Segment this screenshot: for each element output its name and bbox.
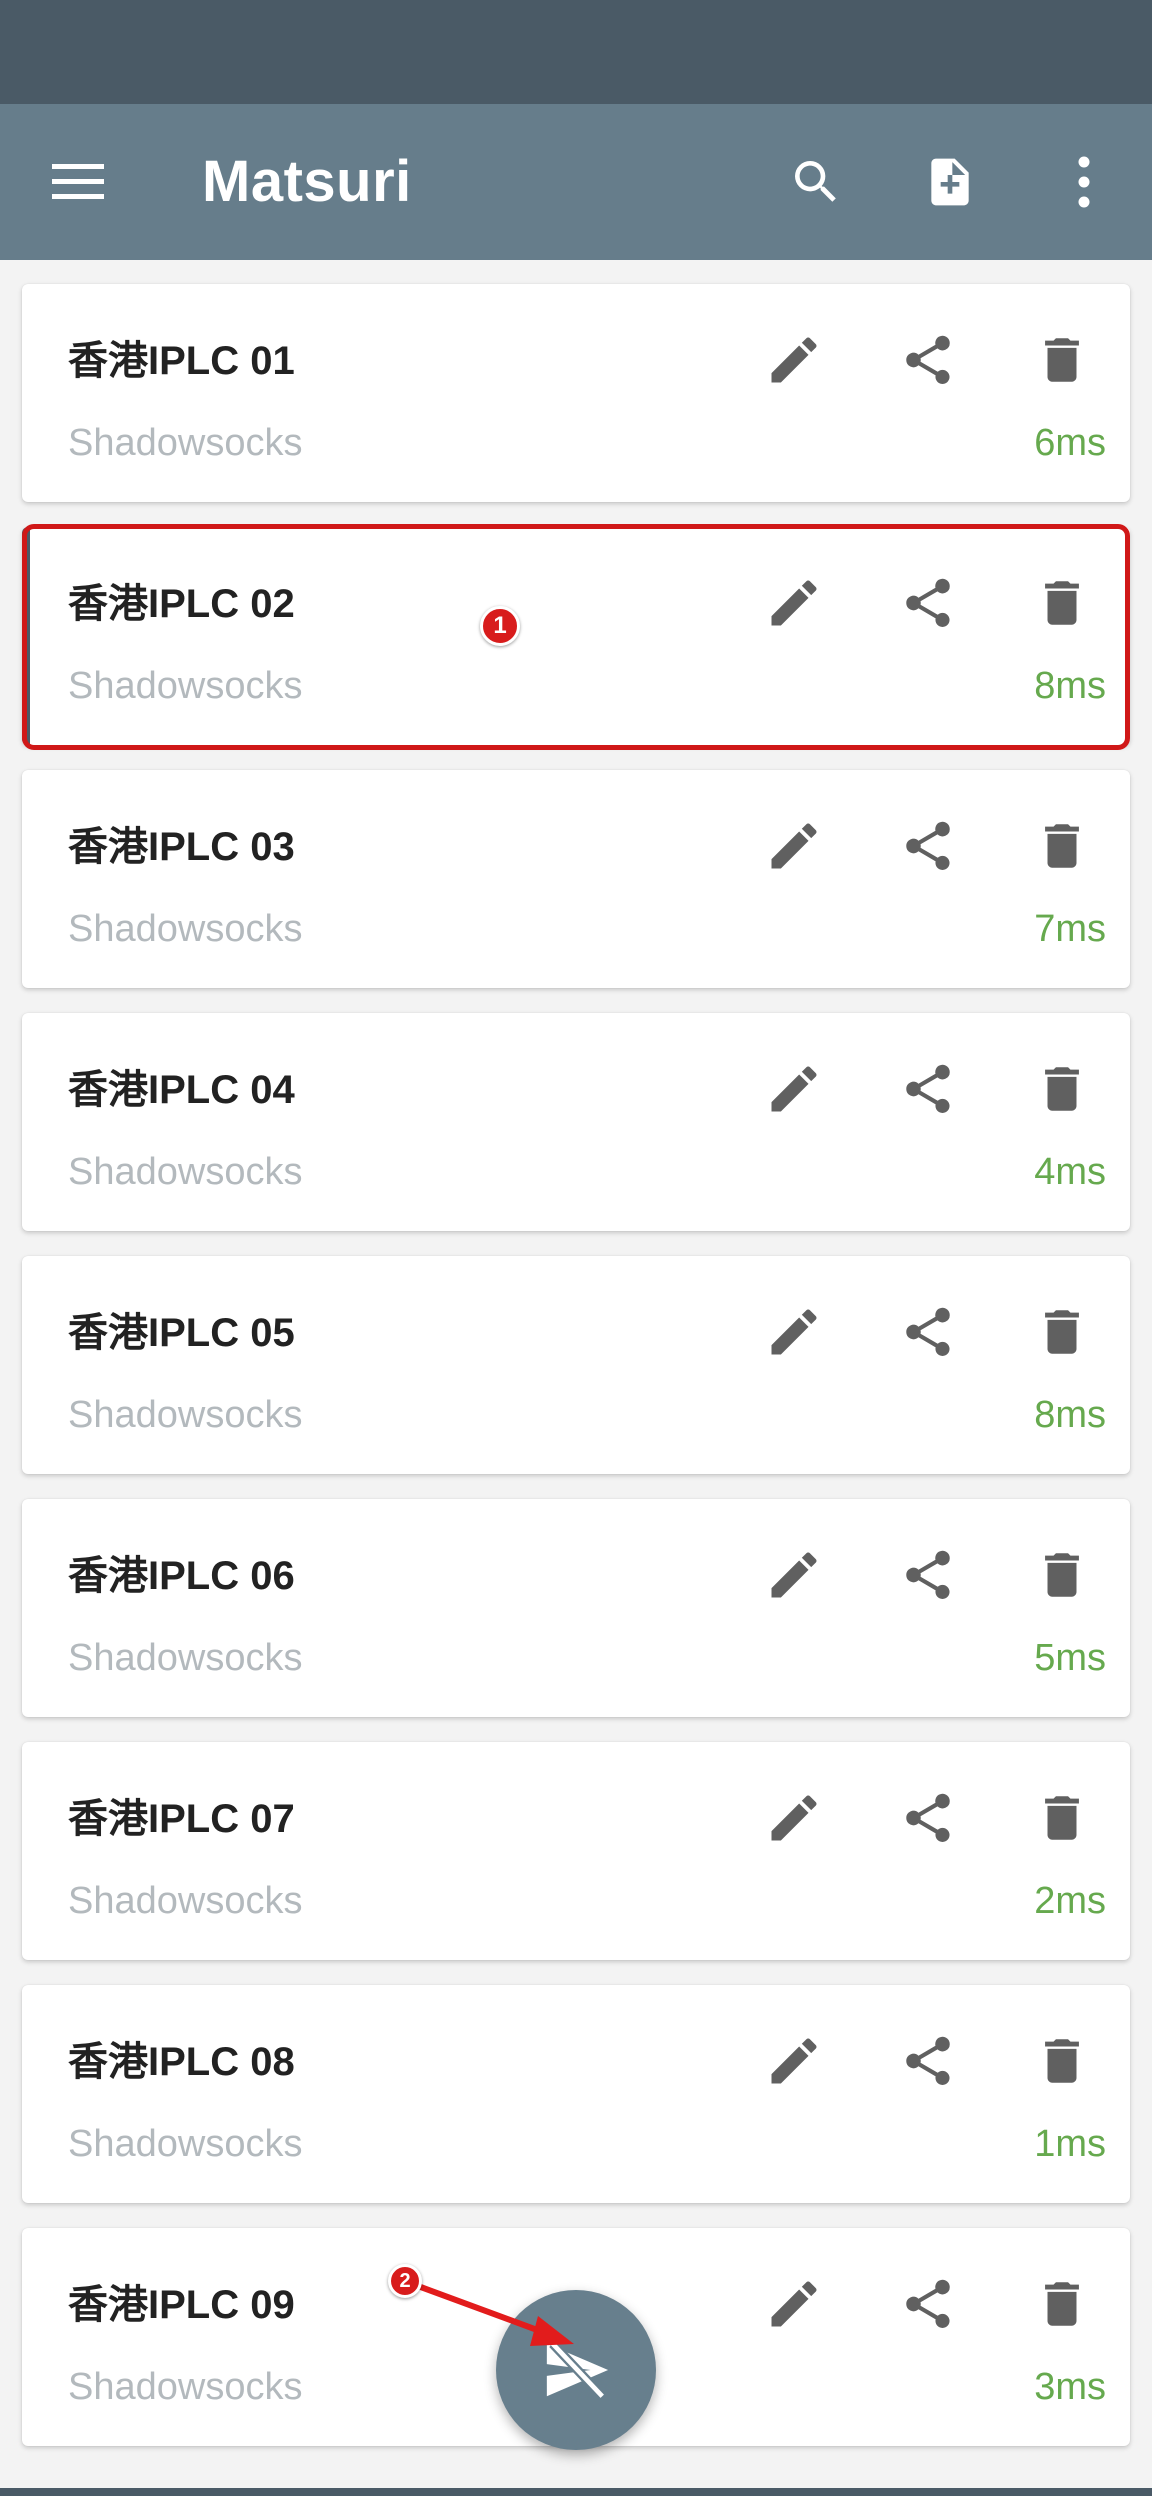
profile-card[interactable]: 香港IPLC 01 Shadowsocks 6ms	[22, 284, 1130, 502]
edit-icon[interactable]	[754, 2021, 834, 2101]
profile-type: Shadowsocks	[68, 1151, 303, 1193]
share-icon[interactable]	[888, 1778, 968, 1858]
profile-name: 香港IPLC 01	[68, 339, 295, 383]
profile-name: 香港IPLC 06	[68, 1554, 295, 1598]
delete-icon[interactable]	[1022, 2264, 1102, 2344]
edit-icon[interactable]	[754, 2264, 834, 2344]
profile-latency: 8ms	[1034, 1394, 1106, 1436]
edit-icon[interactable]	[754, 1778, 834, 1858]
profile-card[interactable]: 香港IPLC 07 Shadowsocks 2ms	[22, 1742, 1130, 1960]
profile-name: 香港IPLC 02	[68, 582, 295, 626]
profile-type: Shadowsocks	[68, 2366, 303, 2408]
profile-type: Shadowsocks	[68, 908, 303, 950]
share-icon[interactable]	[888, 1535, 968, 1615]
bottom-edge	[0, 2488, 1152, 2496]
profile-card[interactable]: 香港IPLC 04 Shadowsocks 4ms	[22, 1013, 1130, 1231]
more-vert-icon[interactable]	[1036, 104, 1132, 260]
profile-type: Shadowsocks	[68, 665, 303, 707]
share-icon[interactable]	[888, 1292, 968, 1372]
profile-card[interactable]: 香港IPLC 05 Shadowsocks 8ms	[22, 1256, 1130, 1474]
profile-name: 香港IPLC 07	[68, 1797, 295, 1841]
profile-name: 香港IPLC 03	[68, 825, 295, 869]
profile-type: Shadowsocks	[68, 2123, 303, 2165]
share-icon[interactable]	[888, 2021, 968, 2101]
profile-latency: 7ms	[1034, 908, 1106, 950]
delete-icon[interactable]	[1022, 2021, 1102, 2101]
edit-icon[interactable]	[754, 563, 834, 643]
profile-card[interactable]: 香港IPLC 03 Shadowsocks 7ms	[22, 770, 1130, 988]
profile-latency: 5ms	[1034, 1637, 1106, 1679]
share-icon[interactable]	[888, 806, 968, 886]
menu-icon[interactable]	[30, 104, 126, 260]
delete-icon[interactable]	[1022, 1292, 1102, 1372]
delete-icon[interactable]	[1022, 320, 1102, 400]
share-icon[interactable]	[888, 2264, 968, 2344]
profile-latency: 2ms	[1034, 1880, 1106, 1922]
share-icon[interactable]	[888, 1049, 968, 1129]
delete-icon[interactable]	[1022, 806, 1102, 886]
share-icon[interactable]	[888, 563, 968, 643]
delete-icon[interactable]	[1022, 1049, 1102, 1129]
status-bar	[0, 0, 1152, 104]
profile-type: Shadowsocks	[68, 1880, 303, 1922]
app-bar: Matsuri	[0, 104, 1152, 260]
annotation-marker-2: 2	[388, 2264, 422, 2298]
profile-type: Shadowsocks	[68, 1394, 303, 1436]
search-icon[interactable]	[768, 104, 864, 260]
send-disconnected-icon	[546, 2340, 609, 2400]
profile-card[interactable]: 香港IPLC 08 Shadowsocks 1ms	[22, 1985, 1130, 2203]
profile-name: 香港IPLC 08	[68, 2040, 295, 2084]
profile-card[interactable]: 香港IPLC 02 Shadowsocks 8ms	[22, 527, 1130, 745]
edit-icon[interactable]	[754, 1292, 834, 1372]
profile-type: Shadowsocks	[68, 422, 303, 464]
share-icon[interactable]	[888, 320, 968, 400]
profile-type: Shadowsocks	[68, 1637, 303, 1679]
annotation-marker-1: 1	[480, 606, 520, 646]
delete-icon[interactable]	[1022, 1535, 1102, 1615]
add-file-icon[interactable]	[902, 104, 998, 260]
profile-latency: 4ms	[1034, 1151, 1106, 1193]
edit-icon[interactable]	[754, 1049, 834, 1129]
profile-card[interactable]: 香港IPLC 06 Shadowsocks 5ms	[22, 1499, 1130, 1717]
connect-fab[interactable]	[496, 2290, 656, 2450]
delete-icon[interactable]	[1022, 1778, 1102, 1858]
profile-latency: 1ms	[1034, 2123, 1106, 2165]
profile-name: 香港IPLC 05	[68, 1311, 295, 1355]
app-title: Matsuri	[202, 149, 412, 214]
profile-latency: 3ms	[1034, 2366, 1106, 2408]
profile-latency: 8ms	[1034, 665, 1106, 707]
profile-name: 香港IPLC 09	[68, 2283, 295, 2327]
delete-icon[interactable]	[1022, 563, 1102, 643]
edit-icon[interactable]	[754, 1535, 834, 1615]
profile-name: 香港IPLC 04	[68, 1068, 295, 1112]
edit-icon[interactable]	[754, 806, 834, 886]
profile-latency: 6ms	[1034, 422, 1106, 464]
edit-icon[interactable]	[754, 320, 834, 400]
